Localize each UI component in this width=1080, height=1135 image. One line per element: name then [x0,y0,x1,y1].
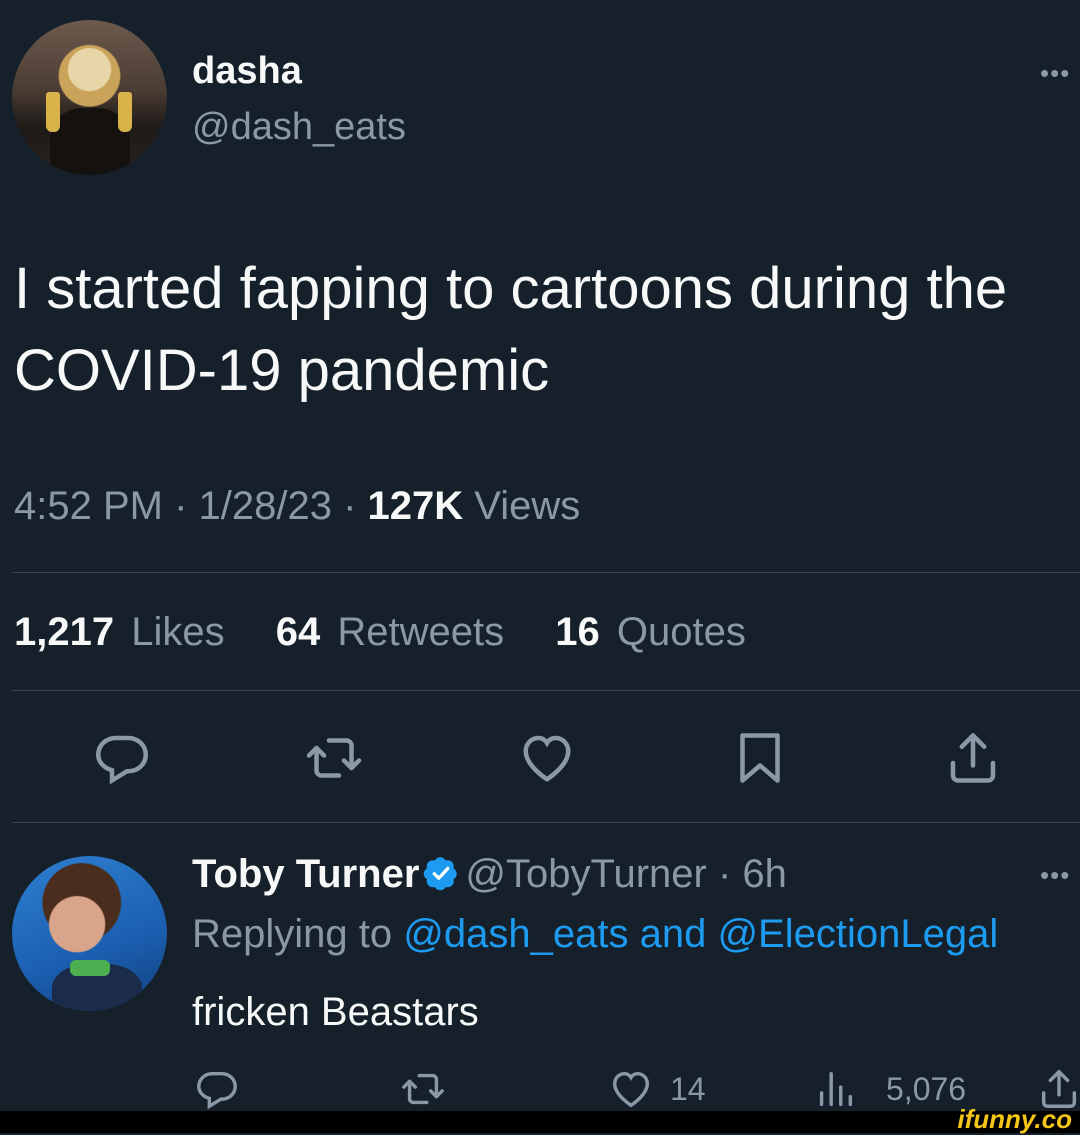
meta-separator: · [162,484,199,528]
mention-link[interactable]: @dash_eats [403,912,628,956]
like-button[interactable] [517,728,577,788]
divider [12,572,1080,573]
like-icon [612,1071,650,1108]
reply-view-count: 5,076 [886,1070,967,1107]
retweet-icon [402,1073,444,1105]
reply-retweet-button[interactable] [400,1066,446,1112]
share-icon [950,733,996,783]
divider [12,690,1080,691]
quotes-label: Quotes [616,610,746,654]
bookmark-icon [740,733,780,783]
likes-label: Likes [131,610,225,654]
tweet-time[interactable]: 4:52 PM [14,484,163,528]
reply-author-handle[interactable]: @TobyTurner [465,852,706,896]
reply-text: fricken Beastars [192,990,479,1034]
likes-count: 1,217 [14,610,115,654]
mention-link[interactable]: @ElectionLegal [717,912,998,956]
watermark: ifunny.co [957,1104,1072,1134]
retweet-icon [306,738,362,778]
tweet-stats: 1,217 Likes 64 Retweets 16 Quotes [14,610,758,655]
retweets-stat[interactable]: 64 Retweets [276,610,510,654]
tweet-date[interactable]: 1/28/23 [199,484,332,528]
reply-header: Toby Turner @TobyTurner · 6h [192,852,787,897]
bookmark-button[interactable] [730,728,790,788]
reply-icon [197,1071,237,1110]
reply-reply-button[interactable] [194,1066,240,1112]
verified-badge-icon [424,857,458,891]
divider [12,822,1080,823]
views-label: Views [474,484,581,528]
views-icon [819,1071,853,1107]
meta-separator: · [331,484,368,528]
share-button[interactable] [943,728,1003,788]
quotes-stat[interactable]: 16 Quotes [555,610,752,654]
more-icon[interactable]: ••• [1040,58,1070,89]
retweets-label: Retweets [337,610,505,654]
reply-author-name[interactable]: Toby Turner [192,852,419,896]
reply-icon [95,735,149,785]
reply-like-count: 14 [670,1070,706,1107]
replying-and: and [639,912,707,956]
retweet-button[interactable] [304,728,364,788]
quotes-count: 16 [555,610,600,654]
tweet-meta: 4:52 PM · 1/28/23 · 127K Views [14,484,580,529]
more-icon[interactable]: ••• [1040,860,1070,891]
replying-to: Replying to @dash_eats and @ElectionLega… [192,912,998,957]
reply-author-avatar[interactable] [12,856,167,1011]
like-icon [523,735,571,782]
reply-views-button[interactable]: 5,076 [812,1066,966,1112]
author-handle[interactable]: @dash_eats [192,106,406,149]
author-name[interactable]: dasha [192,50,302,93]
tweet-text: I started fapping to cartoons during the… [14,256,1008,403]
watermark-bar [0,1111,1080,1133]
reply-button[interactable] [92,728,152,788]
reply-like-button[interactable]: 14 [608,1066,706,1112]
reply-age[interactable]: · 6h [707,852,787,896]
replying-prefix: Replying to [192,912,393,956]
views-count: 127K [367,484,464,528]
likes-stat[interactable]: 1,217 Likes [14,610,231,654]
author-avatar[interactable] [12,20,167,175]
retweets-count: 64 [275,610,321,654]
